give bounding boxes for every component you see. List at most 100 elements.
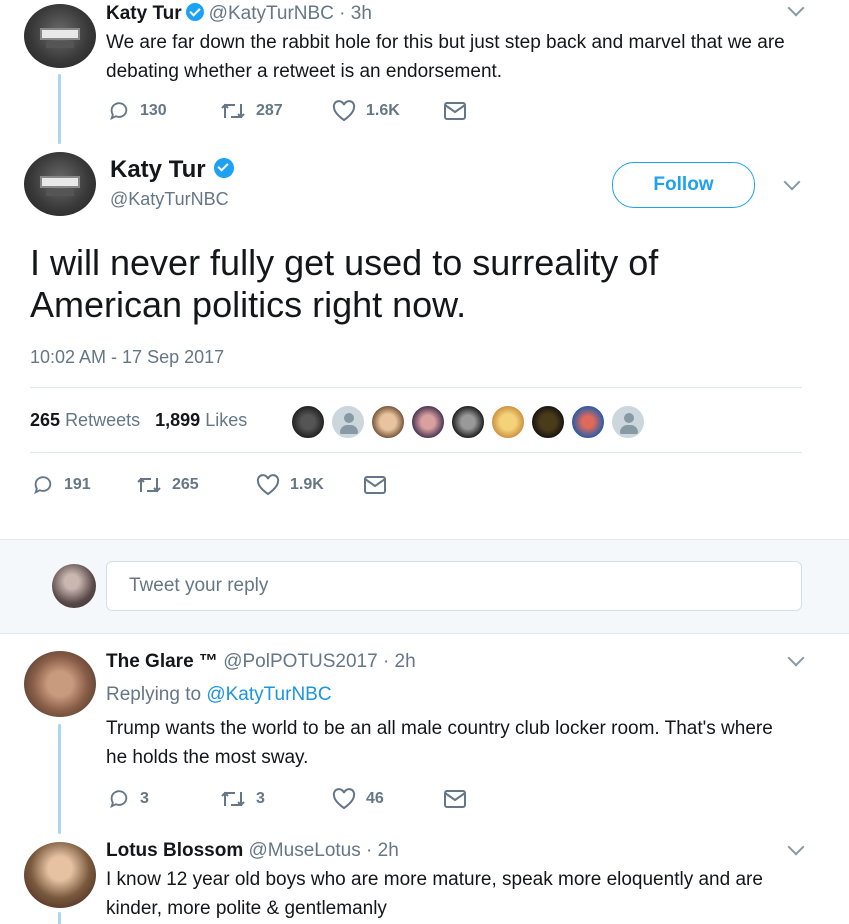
like-button[interactable]: 46 <box>332 788 444 810</box>
retweet-count: 3 <box>256 790 265 807</box>
author-name[interactable]: The Glare ™ <box>106 651 218 672</box>
divider <box>30 387 802 388</box>
tweet-text-line: American politics right now. <box>30 284 467 325</box>
retweet-button[interactable]: 287 <box>220 101 332 121</box>
author-name-text: Katy Tur <box>110 156 206 183</box>
author-handle[interactable]: @KatyTurNBC <box>110 189 229 210</box>
liker-avatar[interactable] <box>290 404 326 440</box>
author-name[interactable]: Lotus Blossom <box>106 840 243 861</box>
tweet-text-line: Trump wants the world to be an all male … <box>106 718 773 739</box>
tweet-actions: 3 3 46 <box>108 788 476 810</box>
retweet-label: Retweets <box>65 410 141 430</box>
liker-avatar[interactable] <box>330 404 366 440</box>
like-label: Likes <box>205 410 248 430</box>
tweet-text-line: I will never fully get used to surrealit… <box>30 242 659 283</box>
tweet-text: I know 12 year old boys who are more mat… <box>106 865 836 923</box>
tweet-text: I will never fully get used to surrealit… <box>30 242 820 326</box>
dm-icon <box>364 476 386 494</box>
tweet-stats: 265 Retweets 1,899 Likes <box>30 410 247 431</box>
like-icon <box>332 100 356 122</box>
dm-button[interactable] <box>444 102 476 120</box>
tweet-text-line: debating whether a retweet is an endorse… <box>106 61 503 82</box>
thread-line <box>58 724 61 834</box>
retweet-count: 287 <box>256 102 283 119</box>
author-handle[interactable]: @MuseLotus <box>249 840 361 861</box>
verified-icon <box>185 3 204 21</box>
author-name[interactable]: Katy Tur <box>106 3 182 24</box>
tweet-time[interactable]: · 3h <box>339 3 372 24</box>
replying-to-link[interactable]: @KatyTurNBC <box>206 684 331 705</box>
tweet-timestamp[interactable]: 10:02 AM - 17 Sep 2017 <box>30 347 224 368</box>
reply-button[interactable]: 3 <box>108 788 220 810</box>
dm-icon <box>444 102 466 120</box>
reply-count: 3 <box>140 790 149 807</box>
like-count: 1.9K <box>290 476 324 493</box>
reply-count: 191 <box>64 476 91 493</box>
liker-avatar[interactable] <box>570 404 606 440</box>
tweet-time[interactable]: · 2h <box>383 651 416 672</box>
retweet-count: 265 <box>172 476 199 493</box>
liker-avatar[interactable] <box>610 404 646 440</box>
reply-button[interactable]: 191 <box>32 474 136 496</box>
tweet-header: Lotus Blossom @MuseLotus · 2h <box>106 840 399 862</box>
divider <box>30 452 802 453</box>
avatar[interactable] <box>24 4 96 68</box>
retweet-icon <box>137 477 161 493</box>
likes-stat[interactable]: 1,899 Likes <box>155 410 247 430</box>
thread-line <box>58 912 61 924</box>
retweets-stat[interactable]: 265 Retweets <box>30 410 140 430</box>
like-count: 1.6K <box>366 102 400 119</box>
retweet-icon <box>221 103 245 119</box>
tweet-text: Trump wants the world to be an all male … <box>106 714 836 772</box>
liker-avatar[interactable] <box>450 404 486 440</box>
like-count: 46 <box>366 790 384 807</box>
tweet-header: The Glare ™ @PolPOTUS2017 · 2h <box>106 651 416 673</box>
dm-button[interactable] <box>444 790 476 808</box>
replying-to: Replying to @KatyTurNBC <box>106 684 332 706</box>
thread-line <box>58 74 61 144</box>
reply-icon <box>34 476 52 495</box>
tweet-text-line: We are far down the rabbit hole for this… <box>106 32 785 53</box>
reply-input[interactable]: Tweet your reply <box>106 561 802 611</box>
reply-icon <box>110 790 128 809</box>
liker-avatar[interactable] <box>490 404 526 440</box>
tweet-actions: 191 265 1.9K <box>32 474 396 496</box>
like-total: 1,899 <box>155 410 201 430</box>
avatar[interactable] <box>24 842 96 908</box>
chevron-down-icon[interactable] <box>787 649 805 667</box>
dm-button[interactable] <box>364 476 396 494</box>
retweet-total: 265 <box>30 410 61 430</box>
tweet-text-line: he holds the most sway. <box>106 747 309 768</box>
retweet-icon <box>221 791 245 807</box>
author-handle[interactable]: @PolPOTUS2017 <box>223 651 377 672</box>
like-icon <box>332 788 356 810</box>
chevron-down-icon[interactable] <box>787 0 805 17</box>
like-icon <box>256 474 280 496</box>
liker-avatar[interactable] <box>410 404 446 440</box>
reply-count: 130 <box>140 102 167 119</box>
tweet-actions: 130 287 1.6K <box>108 100 476 122</box>
reply-icon <box>110 102 128 121</box>
avatar[interactable] <box>24 152 96 216</box>
verified-icon <box>213 158 234 178</box>
tweet-text-line: kinder, more polite & gentlemanly <box>106 898 387 919</box>
author-handle[interactable]: @KatyTurNBC <box>209 3 334 24</box>
author-name[interactable]: Katy Tur <box>110 156 239 184</box>
follow-button[interactable]: Follow <box>612 162 755 208</box>
dm-icon <box>444 790 466 808</box>
like-button[interactable]: 1.6K <box>332 100 444 122</box>
replying-prefix: Replying to <box>106 684 202 705</box>
tweet-header: Katy Tur @KatyTurNBC · 3h <box>106 3 372 25</box>
like-button[interactable]: 1.9K <box>256 474 364 496</box>
tweet-time[interactable]: · 2h <box>366 840 399 861</box>
user-avatar <box>52 564 96 608</box>
reply-button[interactable]: 130 <box>108 100 220 122</box>
retweet-button[interactable]: 265 <box>136 475 256 495</box>
chevron-down-icon[interactable] <box>787 838 805 856</box>
liker-avatar[interactable] <box>370 404 406 440</box>
retweet-button[interactable]: 3 <box>220 789 332 809</box>
chevron-down-icon[interactable] <box>783 173 801 191</box>
tweet-text-line: I know 12 year old boys who are more mat… <box>106 869 763 890</box>
avatar[interactable] <box>24 651 96 717</box>
liker-avatar[interactable] <box>530 404 566 440</box>
